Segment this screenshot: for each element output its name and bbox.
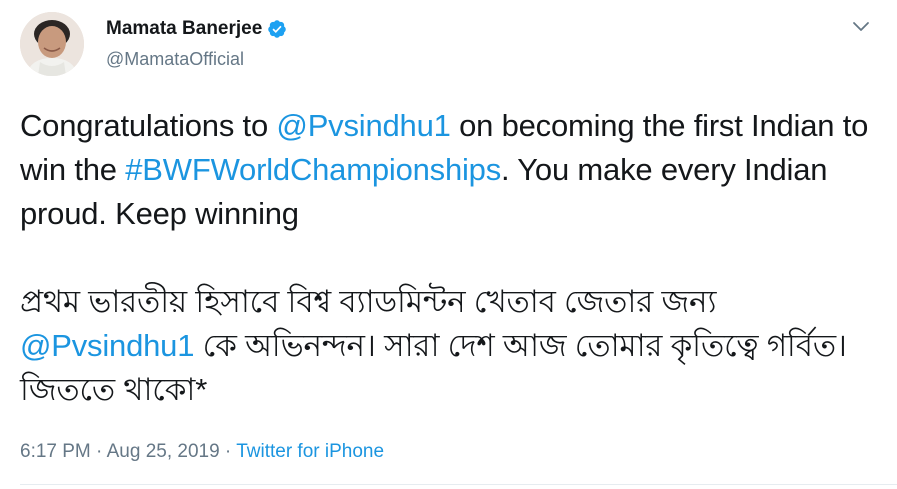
tweet-text-bengali: প্রথম ভারতীয় হিসাবে বিশ্ব ব্যাডমিন্টন খ…: [20, 280, 880, 412]
tweet-metadata: 6:17 PM · Aug 25, 2019 · Twitter for iPh…: [20, 440, 384, 464]
author-display-name[interactable]: Mamata Banerjee: [106, 17, 262, 41]
mention-link[interactable]: @Pvsindhu1: [20, 328, 194, 363]
chevron-down-icon: [853, 22, 869, 31]
avatar-image: [20, 12, 84, 76]
tweet-card: Mamata Banerjee @MamataOfficial Congratu…: [0, 0, 897, 489]
text-segment: Congratulations to: [20, 108, 277, 143]
tweet-menu-button[interactable]: [851, 20, 871, 34]
tweet-text-english: Congratulations to @Pvsindhu1 on becomin…: [20, 104, 880, 236]
tweet-source-link[interactable]: Twitter for iPhone: [236, 441, 384, 462]
tweet-date[interactable]: Aug 25, 2019: [107, 441, 220, 462]
meta-separator: ·: [219, 441, 237, 462]
verified-badge-icon: [267, 19, 287, 39]
tweet-time[interactable]: 6:17 PM: [20, 441, 91, 462]
avatar[interactable]: [20, 12, 84, 76]
meta-separator: ·: [90, 441, 107, 462]
text-segment: প্রথম ভারতীয় হিসাবে বিশ্ব ব্যাডমিন্টন খ…: [20, 284, 717, 319]
divider: [20, 484, 897, 485]
tweet-text: Congratulations to @Pvsindhu1 on becomin…: [20, 104, 880, 412]
author-handle[interactable]: @MamataOfficial: [106, 47, 244, 71]
author-name-row[interactable]: Mamata Banerjee: [106, 17, 287, 41]
hashtag-link[interactable]: #BWFWorldChampionships: [125, 152, 501, 187]
mention-link[interactable]: @Pvsindhu1: [276, 108, 450, 143]
